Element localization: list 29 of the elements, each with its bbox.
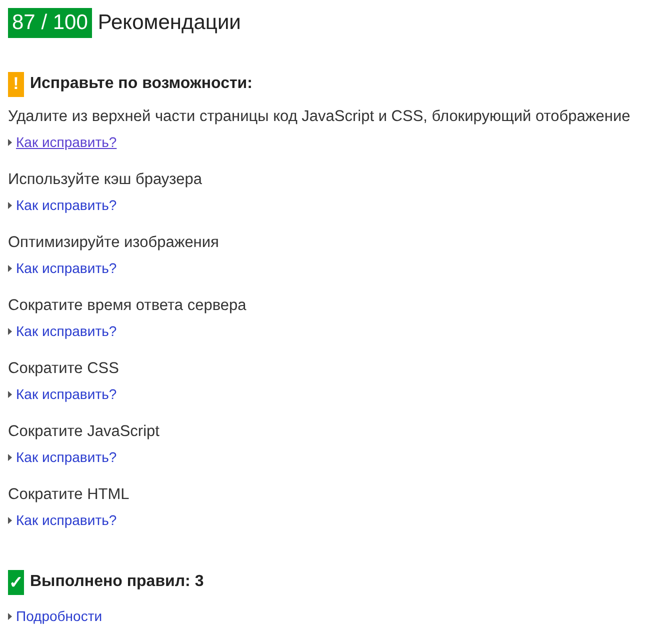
how-to-fix-link[interactable]: Как исправить? bbox=[16, 134, 117, 150]
rule-title: Сократите время ответа сервера bbox=[8, 296, 248, 316]
how-to-fix-link[interactable]: Как исправить? bbox=[16, 323, 117, 339]
how-to-fix-link[interactable]: Как исправить? bbox=[16, 449, 117, 465]
expand-icon[interactable] bbox=[8, 328, 12, 334]
expand-icon[interactable] bbox=[8, 264, 12, 272]
score-badge: 87 / 100 bbox=[8, 8, 92, 38]
expand-icon[interactable] bbox=[8, 454, 12, 460]
expand-icon[interactable] bbox=[8, 516, 12, 524]
section-title: Исправьте по возможности: bbox=[30, 75, 252, 93]
how-to-fix-link[interactable]: Как исправить? bbox=[16, 386, 117, 402]
how-to-fix-link[interactable]: Как исправить? bbox=[16, 197, 117, 213]
warning-icon: ! bbox=[8, 72, 24, 96]
how-to-fix-link[interactable]: Как исправить? bbox=[16, 260, 117, 276]
expand-icon[interactable] bbox=[8, 390, 12, 398]
expand-icon[interactable] bbox=[8, 612, 12, 620]
rule-title: Сократите JavaScript bbox=[8, 422, 160, 442]
page-title: Рекомендации bbox=[98, 11, 241, 35]
rule-title: Оптимизируйте изображения bbox=[8, 233, 220, 253]
rule-title: Сократите HTML bbox=[8, 485, 130, 505]
details-link[interactable]: Подробности bbox=[16, 608, 102, 624]
rule-title: Сократите CSS bbox=[8, 359, 120, 379]
how-to-fix-link[interactable]: Как исправить? bbox=[16, 512, 117, 528]
expand-icon[interactable] bbox=[8, 202, 12, 208]
check-icon: ✓ bbox=[8, 570, 24, 594]
rule-title: Удалите из верхней части страницы код JavaScript и CSS, блокирующий отображение bbox=[8, 107, 632, 127]
expand-icon[interactable] bbox=[8, 138, 12, 146]
section-title: Выполнено правил: 3 bbox=[30, 573, 204, 591]
rule-title: Используйте кэш браузера bbox=[8, 170, 203, 190]
